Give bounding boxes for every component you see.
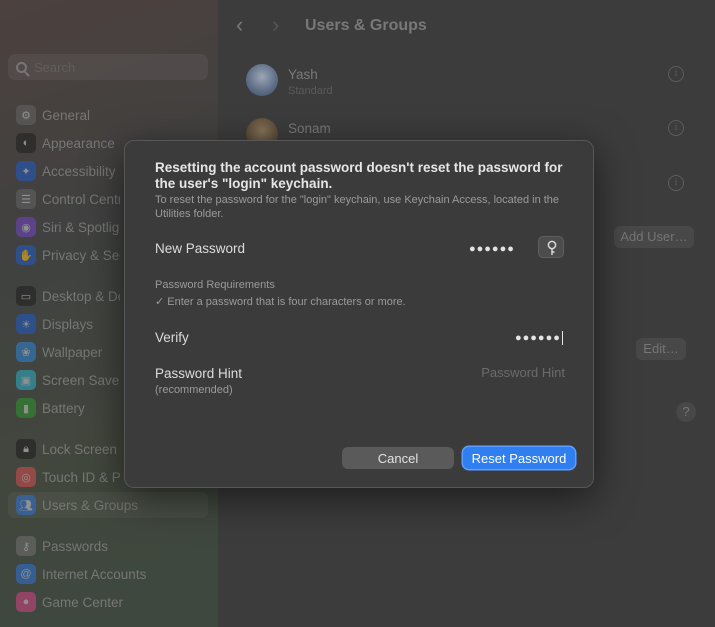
- reset-password-button[interactable]: Reset Password: [463, 447, 575, 469]
- password-hint-sub: (recommended): [155, 384, 233, 396]
- dialog-heading: Resetting the account password doesn't r…: [155, 160, 563, 191]
- dialog-subtext: To reset the password for the "login" ke…: [155, 194, 560, 220]
- password-hint-input[interactable]: [425, 365, 565, 380]
- reset-password-dialog: Resetting the account password doesn't r…: [124, 140, 594, 488]
- new-password-field[interactable]: ●●●●●●: [469, 243, 515, 255]
- verify-label: Verify: [155, 330, 189, 345]
- cancel-button[interactable]: Cancel: [342, 447, 454, 469]
- requirements-title: Password Requirements: [155, 279, 275, 291]
- verify-value: ●●●●●●: [515, 331, 561, 344]
- requirement-item: ✓ Enter a password that is four characte…: [155, 296, 406, 308]
- key-icon: [547, 240, 557, 255]
- password-hint-label: Password Hint: [155, 366, 243, 381]
- new-password-label: New Password: [155, 241, 246, 256]
- password-assistant-button[interactable]: [538, 236, 564, 258]
- text-cursor: [561, 331, 563, 345]
- verify-field[interactable]: ●●●●●●: [515, 331, 563, 345]
